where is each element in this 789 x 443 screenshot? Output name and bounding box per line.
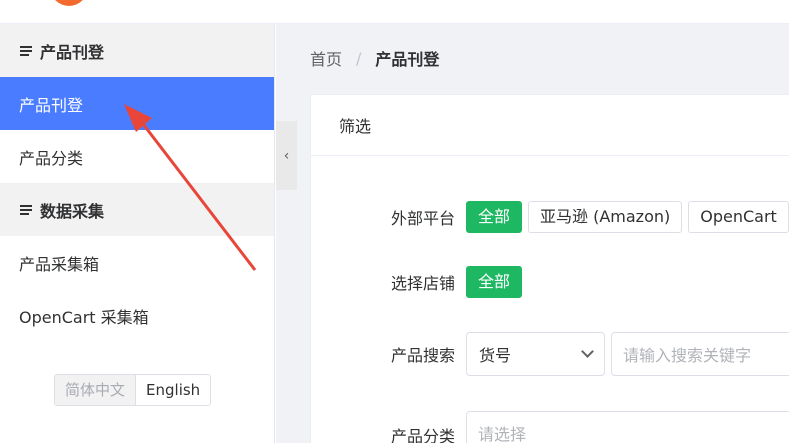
- search-field-value: 货号: [479, 346, 512, 365]
- search-keyword-input[interactable]: 请输入搜索关键字: [611, 332, 789, 376]
- platform-filter-label: 外部平台: [390, 209, 455, 228]
- main-content: 首页 / 产品刊登 筛选 外部平台 全部 亚马逊 (Amazon) OpenCa…: [276, 24, 789, 443]
- filter-card: 筛选 外部平台 全部 亚马逊 (Amazon) OpenCart 选择店铺 全部…: [310, 94, 789, 443]
- sidebar-group-data-collection[interactable]: 数据采集: [0, 183, 274, 236]
- breadcrumb: 首页 / 产品刊登: [310, 46, 439, 70]
- sidebar-item-collection-box[interactable]: 产品采集箱: [0, 236, 274, 289]
- sidebar-collapse-button[interactable]: ‹: [276, 121, 297, 190]
- search-controls: 货号 请输入搜索关键字: [466, 332, 789, 376]
- platform-option-all[interactable]: 全部: [466, 201, 523, 233]
- language-option-chinese[interactable]: 简体中文: [55, 375, 137, 405]
- category-controls: 请选择: [466, 411, 789, 443]
- sidebar-group-label: 产品刊登: [40, 42, 105, 62]
- sidebar-group-product-listing[interactable]: 产品刊登: [0, 24, 274, 77]
- breadcrumb-current: 产品刊登: [375, 50, 440, 69]
- language-option-english[interactable]: English: [136, 375, 211, 405]
- chevron-left-icon: ‹: [283, 147, 290, 164]
- sidebar-group-label: 数据采集: [40, 201, 105, 221]
- category-placeholder: 请选择: [478, 425, 527, 443]
- chevron-down-icon: [581, 345, 594, 358]
- sidebar-item-product-listing[interactable]: 产品刊登: [0, 77, 274, 130]
- category-filter-label: 产品分类: [390, 427, 455, 443]
- store-option-all[interactable]: 全部: [466, 266, 523, 298]
- sidebar: 产品刊登 产品刊登 产品分类 数据采集 产品采集箱 OpenCart 采集箱 简…: [0, 24, 275, 443]
- sidebar-item-product-category[interactable]: 产品分类: [0, 130, 274, 183]
- sidebar-item-opencart-collection-box[interactable]: OpenCart 采集箱: [0, 289, 274, 342]
- platform-options: 全部 亚马逊 (Amazon) OpenCart: [466, 201, 789, 233]
- search-field-select[interactable]: 货号: [466, 332, 605, 376]
- platform-option-opencart[interactable]: OpenCart: [688, 201, 789, 233]
- menu-list-icon: [20, 44, 32, 58]
- top-bar: [0, 0, 789, 24]
- store-filter-label: 选择店铺: [390, 274, 455, 293]
- filter-card-title: 筛选: [311, 95, 789, 156]
- menu-list-icon: [20, 203, 32, 217]
- logo-icon: [50, 0, 88, 6]
- category-select[interactable]: 请选择: [466, 411, 789, 443]
- search-keyword-placeholder: 请输入搜索关键字: [623, 346, 752, 365]
- search-filter-label: 产品搜索: [390, 346, 455, 365]
- breadcrumb-home-link[interactable]: 首页: [310, 46, 342, 70]
- breadcrumb-separator: /: [356, 48, 362, 68]
- store-options: 全部: [466, 266, 528, 298]
- platform-option-amazon[interactable]: 亚马逊 (Amazon): [528, 201, 683, 233]
- language-switcher: 简体中文 English: [54, 374, 212, 406]
